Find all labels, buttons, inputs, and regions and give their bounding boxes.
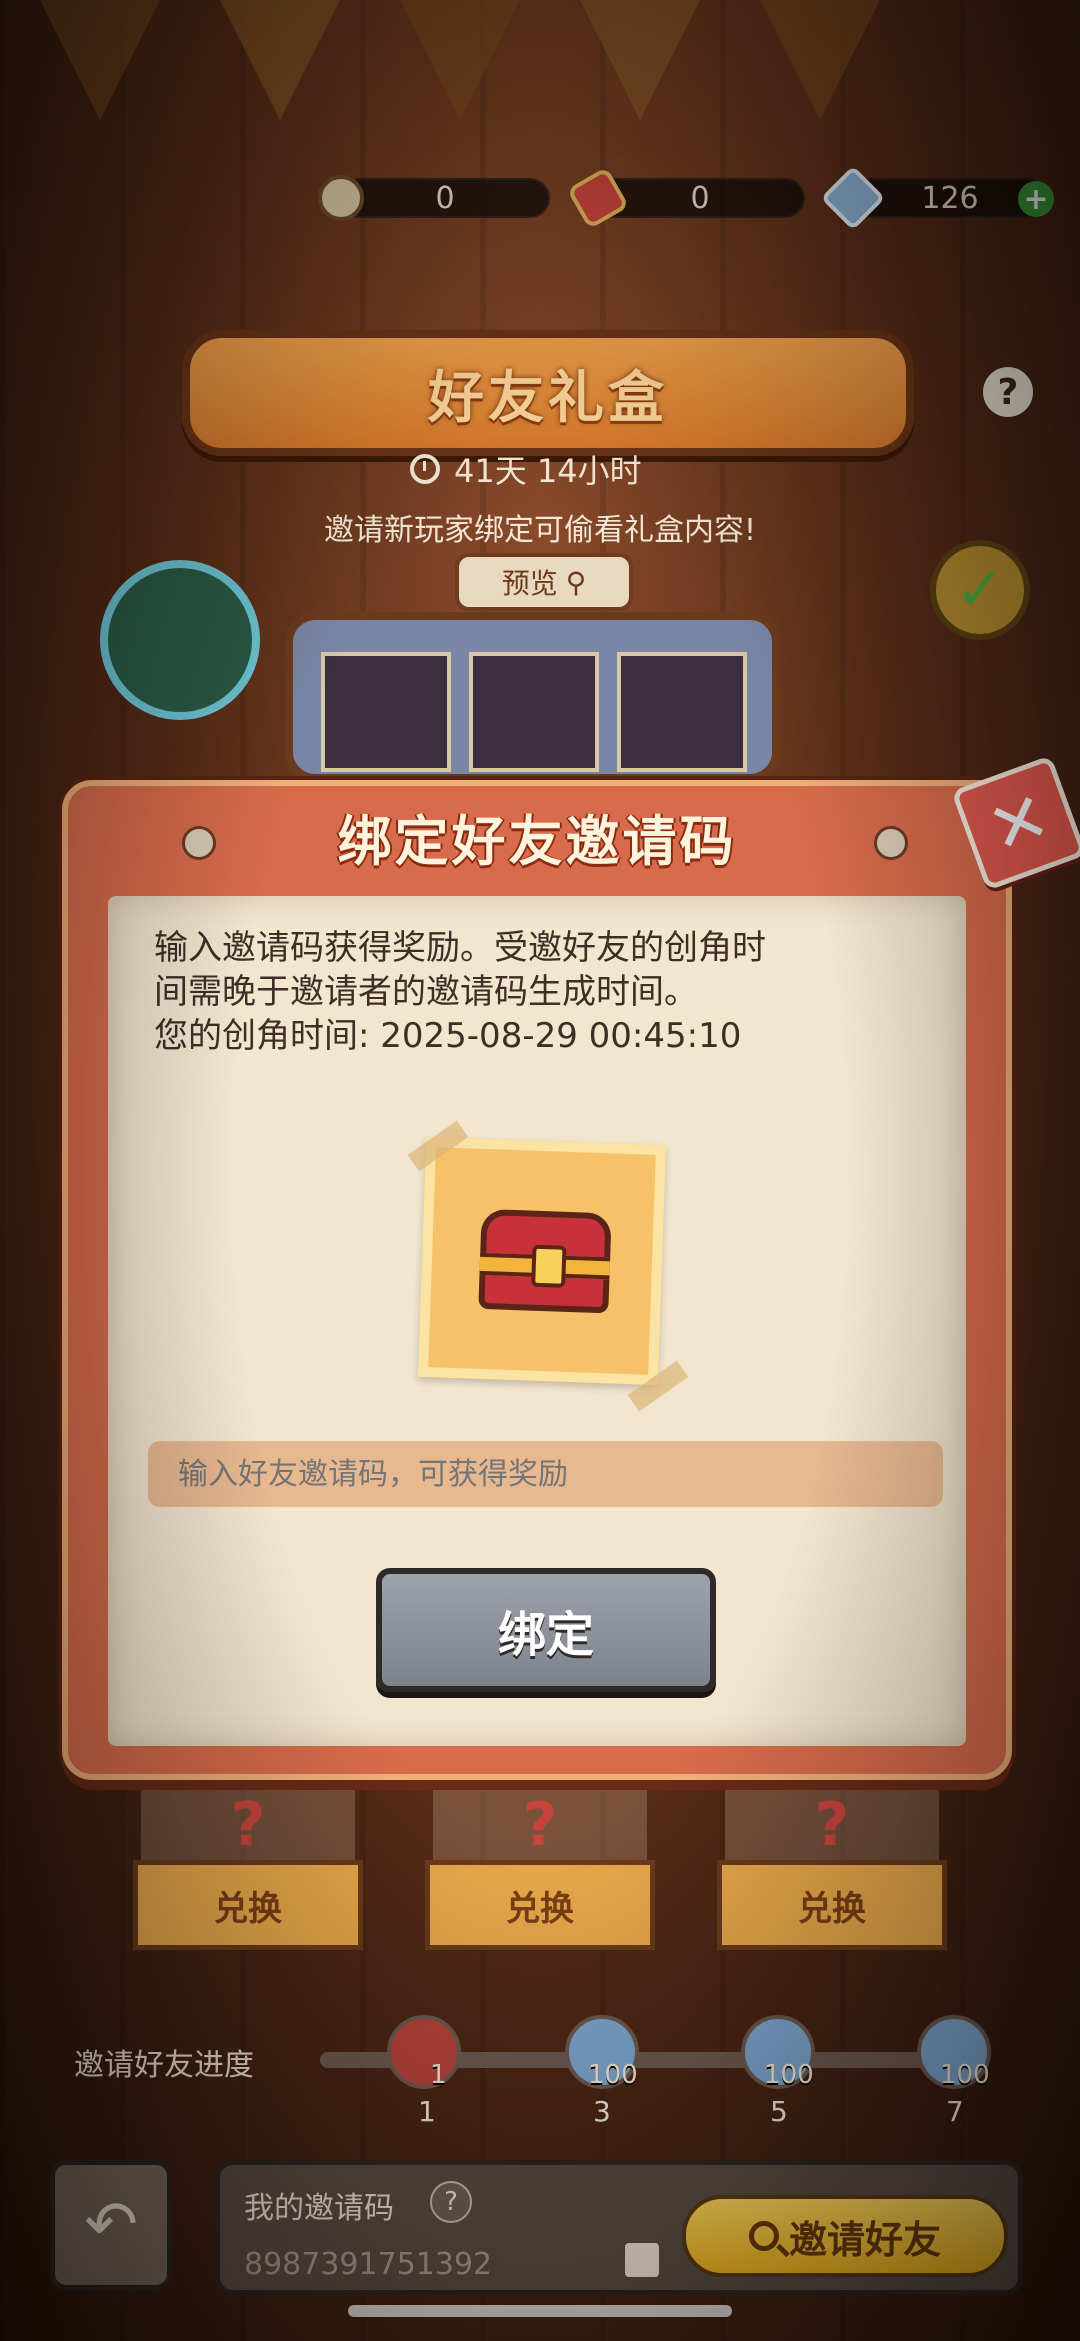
mystery-icon: ? <box>522 1790 558 1860</box>
bolt-icon <box>874 826 908 860</box>
creation-time: 您的创角时间: 2025-08-29 00:45:10 <box>154 1016 742 1056</box>
my-invite-code: 8987391751392 <box>244 2247 493 2282</box>
treasure-chest-icon <box>478 1208 612 1314</box>
exchange-box-2: ? 兑换 <box>425 1790 655 1955</box>
exchange-box-3: ? 兑换 <box>717 1790 947 1955</box>
add-gems-button[interactable]: + <box>1018 181 1054 217</box>
bunting-flag <box>400 0 520 120</box>
mystery-icon: ? <box>814 1790 850 1860</box>
copy-icon[interactable] <box>625 2243 659 2277</box>
exchange-button[interactable]: 兑换 <box>717 1860 947 1950</box>
magnifier-icon <box>318 175 364 221</box>
exchange-button[interactable]: 兑换 <box>425 1860 655 1950</box>
milestone-step: 5 <box>770 2095 788 2128</box>
scroll-reward-icon <box>387 2015 461 2089</box>
clock-icon <box>410 454 440 484</box>
bind-button[interactable]: 绑定 <box>376 1568 716 1692</box>
bunting-flag <box>220 0 340 120</box>
invite-progress-label: 邀请好友进度 <box>74 2048 254 2083</box>
reward-slot <box>321 652 451 772</box>
milestone-step: 1 <box>418 2095 436 2128</box>
invite-code-input[interactable] <box>148 1441 943 1507</box>
scroll-counter: 0 <box>595 178 805 218</box>
my-code-label: 我的邀请码 <box>244 2191 394 2226</box>
reward-slot <box>469 652 599 772</box>
lock-icon <box>531 1244 567 1288</box>
dialog-title: 绑定好友邀请码 <box>337 809 737 873</box>
dialog-description: 输入邀请码获得奖励。受邀好友的创角时 间需晚于邀请者的邀请码生成时间。 您的创角… <box>154 926 934 1058</box>
scroll-count: 0 <box>690 180 710 216</box>
task-check-icon[interactable]: ✓ <box>930 540 1030 640</box>
milestone-step: 3 <box>593 2095 611 2128</box>
milestone-reward: 1 <box>430 2060 447 2090</box>
reward-card <box>417 1136 667 1386</box>
gem-count: 126 <box>921 180 979 216</box>
dialog-paper: 输入邀请码获得奖励。受邀好友的创角时 间需晚于邀请者的邀请码生成时间。 您的创角… <box>108 896 966 1746</box>
mystery-icon: ? <box>230 1790 266 1860</box>
preview-label: 预览 <box>501 567 558 600</box>
my-invite-code-panel: 我的邀请码 ? 8987391751392 邀请好友 <box>215 2160 1023 2295</box>
back-arrow-icon: ↶ <box>84 2188 138 2262</box>
bolt-icon <box>182 826 216 860</box>
help-button[interactable]: ? <box>983 367 1033 417</box>
timer-text: 41天 14小时 <box>454 452 642 490</box>
magnifier-count: 0 <box>435 180 455 216</box>
magnifier-counter: 0 <box>340 178 550 218</box>
exchange-button[interactable]: 兑换 <box>133 1860 363 1950</box>
preview-button[interactable]: 预览 ⚲ <box>455 553 633 611</box>
milestone-reward: 100 <box>588 2060 638 2090</box>
bunting-flag <box>580 0 700 120</box>
bind-invite-code-dialog: 绑定好友邀请码 输入邀请码获得奖励。受邀好友的创角时 间需晚于邀请者的邀请码生成… <box>62 780 1012 1780</box>
event-title: 好友礼盒 <box>428 365 668 431</box>
milestone-reward: 100 <box>764 2060 814 2090</box>
description-line: 输入邀请码获得奖励。受邀好友的创角时 <box>154 928 766 968</box>
milestone-step: 7 <box>946 2095 964 2128</box>
event-title-banner: 好友礼盒 <box>182 330 914 456</box>
invite-friends-button[interactable]: 邀请好友 <box>682 2195 1008 2277</box>
search-icon: ⚲ <box>565 565 587 599</box>
reward-slot <box>617 652 747 772</box>
code-help-button[interactable]: ? <box>430 2181 472 2223</box>
invite-button-label: 邀请好友 <box>788 2217 941 2262</box>
mascot-character <box>100 560 260 720</box>
bunting-flag <box>40 0 160 120</box>
gift-machine <box>285 612 780 782</box>
description-line: 间需晚于邀请者的邀请码生成时间。 <box>154 972 698 1012</box>
event-timer: 41天 14小时 <box>410 446 642 492</box>
exchange-box-1: ? 兑换 <box>133 1790 363 1955</box>
milestone-reward: 100 <box>940 2060 990 2090</box>
back-button[interactable]: ↶ <box>50 2160 172 2290</box>
event-tip: 邀请新玩家绑定可偷看礼盒内容! <box>323 513 757 548</box>
home-indicator[interactable] <box>348 2305 732 2317</box>
bunting-flag <box>760 0 880 120</box>
search-icon <box>748 2221 779 2251</box>
